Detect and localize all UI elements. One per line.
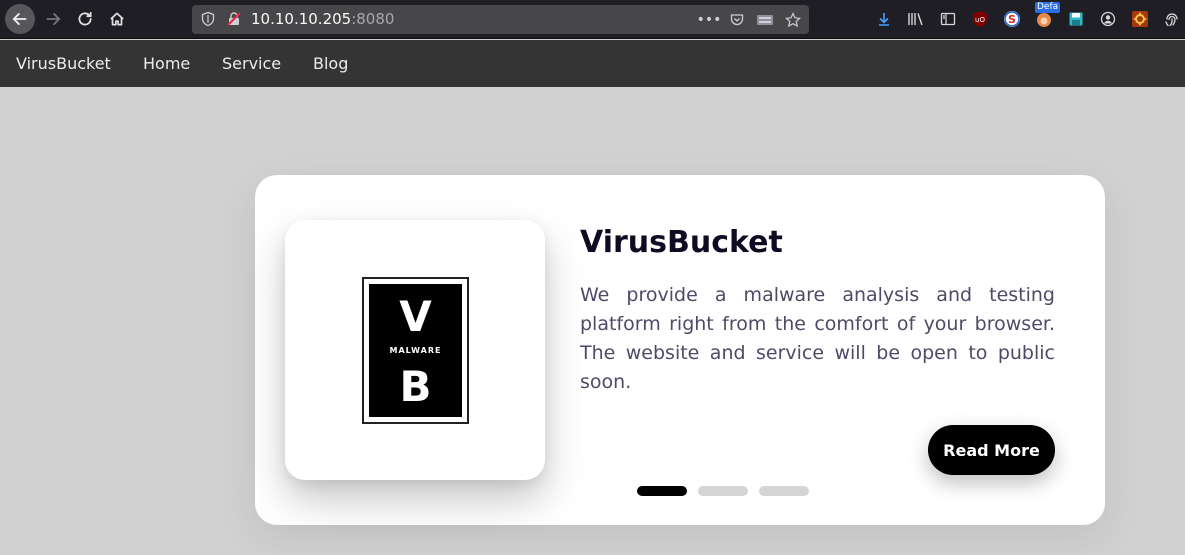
fingerprint-icon[interactable]: [1161, 8, 1183, 30]
logo-bottom-letter: B: [399, 362, 432, 411]
sidebar-icon[interactable]: [937, 8, 959, 30]
s-extension-icon[interactable]: S: [1001, 8, 1023, 30]
carousel-dot-1[interactable]: [637, 486, 687, 496]
url-text[interactable]: 10.10.10.205:8080: [251, 10, 394, 28]
svg-text:uO: uO: [975, 16, 985, 24]
arrow-right-icon: [46, 13, 61, 25]
page-actions-icon[interactable]: •••: [697, 10, 722, 30]
shield-icon[interactable]: [200, 11, 216, 27]
logo-middle-text: MALWARE: [389, 346, 442, 355]
ublock-icon[interactable]: uO: [969, 8, 991, 30]
forward-button[interactable]: [38, 4, 68, 34]
library-icon[interactable]: [905, 8, 927, 30]
download-icon[interactable]: [873, 8, 895, 30]
read-more-button[interactable]: Read More: [928, 425, 1055, 475]
carousel-indicators: [637, 486, 809, 496]
svg-text:S: S: [1008, 13, 1016, 26]
back-button[interactable]: [5, 4, 35, 34]
hero-card: V MALWARE B VirusBucket We provide a mal…: [255, 175, 1105, 525]
reload-button[interactable]: [70, 4, 100, 34]
foxyproxy-icon[interactable]: Defa: [1033, 2, 1061, 30]
nav-brand-link[interactable]: VirusBucket: [16, 54, 111, 73]
virusbucket-logo: V MALWARE B: [362, 277, 469, 424]
carousel-dot-2[interactable]: [698, 486, 748, 496]
url-port: :8080: [351, 10, 395, 28]
url-host: 10.10.10.205: [251, 10, 352, 28]
arrow-left-icon: [12, 13, 27, 25]
insecure-lock-icon[interactable]: [226, 11, 242, 27]
pocket-icon[interactable]: [727, 10, 747, 30]
nav-link-home[interactable]: Home: [143, 54, 190, 73]
logo-thumbnail: V MALWARE B: [285, 220, 545, 480]
logo-top-letter: V: [399, 292, 432, 341]
site-navbar: VirusBucket Home Service Blog: [0, 40, 1185, 87]
card-title: VirusBucket: [580, 225, 783, 260]
reload-icon: [78, 11, 92, 26]
nav-link-service[interactable]: Service: [222, 54, 281, 73]
addon-badge: Defa: [1035, 2, 1061, 13]
carousel-dot-3[interactable]: [759, 486, 809, 496]
home-icon: [110, 12, 124, 26]
account-icon[interactable]: [1097, 8, 1119, 30]
settings-extension-icon[interactable]: [1129, 8, 1151, 30]
address-bar[interactable]: 10.10.10.205:8080 •••: [192, 5, 809, 34]
reader-view-icon[interactable]: [755, 10, 775, 30]
save-icon[interactable]: [1065, 8, 1087, 30]
home-button[interactable]: [102, 4, 132, 34]
browser-toolbar: 10.10.10.205:8080 ••• uO S Defa: [0, 0, 1185, 39]
nav-link-blog[interactable]: Blog: [313, 54, 348, 73]
bookmark-star-icon[interactable]: [783, 10, 803, 30]
card-description: We provide a malware analysis and testin…: [580, 284, 1055, 393]
